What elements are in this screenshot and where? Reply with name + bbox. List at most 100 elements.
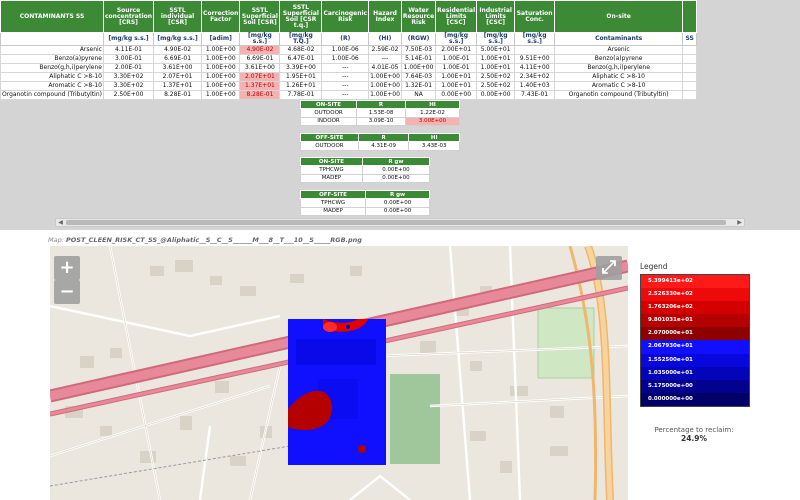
- table-cell: Aromatic C >8-10: [554, 81, 684, 91]
- summary-row: OUTDOOR 1.53E-08 1.22E-02: [299, 108, 460, 118]
- table-cell-overflow: [682, 72, 698, 82]
- reclaim-label: Percentage to reclaim:: [654, 426, 734, 434]
- table-cell: ---: [321, 63, 370, 73]
- scroll-left-icon[interactable]: ◀: [56, 219, 65, 226]
- table-cell: 4.90E-02: [239, 45, 281, 55]
- onsite-rgw-header: ON-SITE R gw: [300, 157, 431, 166]
- legend-entry: 2.067930e+01: [641, 340, 749, 354]
- unit-cell: [mg/kg s.s.]: [102, 32, 155, 46]
- table-cell: Benzo(a)pyrene: [554, 54, 684, 64]
- table-cell: 1.00E+00: [201, 63, 241, 73]
- table-cell: 2.50E+00: [102, 90, 155, 100]
- column-header: Hazard Index: [368, 0, 402, 33]
- map-caption: Map: POST_CLEEN_RISK_CT_SS_@Aliphatic__S…: [48, 236, 362, 244]
- table-cell: 1.00E-01: [435, 54, 478, 64]
- legend-entry: 1.552500e+01: [641, 353, 749, 367]
- table-cell: 0.00E+00: [435, 90, 478, 100]
- summary-header: OFF-SITE: [299, 190, 367, 199]
- table-cell: [514, 45, 556, 55]
- table-cell-overflow: [682, 90, 698, 100]
- table-cell: 2.34E+02: [514, 72, 556, 82]
- table-cell: 3.30E+02: [102, 72, 155, 82]
- legend-entry: 5.399413e+02: [641, 275, 749, 289]
- summary-cell: 1.53E-08: [356, 108, 407, 118]
- table-cell: 1.00E+00: [368, 81, 402, 91]
- unit-cell: SS: [682, 32, 698, 46]
- scrollbar-thumb[interactable]: [66, 220, 726, 225]
- onsite-summary-header: ON-SITE R HI: [299, 100, 460, 109]
- table-row: Aromatic C >8-10 3.30E+02 1.37E+01 1.00E+00…: [0, 81, 698, 91]
- legend-entry: 0.000000e+00: [641, 392, 749, 406]
- unit-cell: (RGW): [400, 32, 437, 46]
- table-cell: 2.50E+02: [476, 72, 516, 82]
- table-cell: Aromatic C >8-10: [0, 81, 104, 91]
- table-cell: 3.00E-01: [102, 54, 155, 64]
- table-cell: 1.00E+00: [201, 45, 241, 55]
- table-cell: 1.00E+01: [476, 54, 516, 64]
- table-units-row: [mg/kg s.s.] [mg/kg s.s.] [adim] [mg/kg s.s…: [0, 32, 698, 46]
- unit-cell: [mg/kg s.s.]: [514, 32, 556, 46]
- table-cell: 5.14E-01: [400, 54, 437, 64]
- table-cell: ---: [368, 54, 402, 64]
- summary-cell: TPHCWG: [300, 165, 363, 175]
- table-cell: 3.30E+02: [102, 81, 155, 91]
- summary-row: MADEP 0.00E+00: [299, 206, 430, 216]
- horizontal-scrollbar[interactable]: ◀ ▶: [55, 218, 745, 227]
- legend-entry: 1.763206e+02: [641, 301, 749, 315]
- column-header: Industrial Limits [CSC]: [476, 0, 516, 33]
- table-cell: Organotin compound (Tributyltin): [554, 90, 684, 100]
- table-row: Benzo(g,h,i)perylene 2.00E-01 3.61E+00 1.00…: [0, 63, 698, 73]
- table-cell: 1.00E+01: [435, 72, 478, 82]
- unit-cell: [adim]: [201, 32, 241, 46]
- unit-cell: [mg/kg s.s.]: [476, 32, 516, 46]
- table-cell: 0.00E+00: [476, 90, 516, 100]
- table-cell: 2.00E-01: [102, 63, 155, 73]
- table-cell: ---: [321, 72, 370, 82]
- table-cell: Benzo(a)pyrene: [0, 54, 104, 64]
- reclaim-summary: Percentage to reclaim: 24.9%: [632, 426, 756, 443]
- unit-cell: [mg/kg s.s.]: [435, 32, 478, 46]
- risk-results-page: CONTAMINANTS SS Source concentration [CRS…: [0, 0, 800, 500]
- summary-row: OUTDOOR 4.31E-09 3.43E-03: [300, 141, 460, 151]
- summary-cell: 0.00E+00: [365, 198, 430, 208]
- unit-cell: (HI): [368, 32, 402, 46]
- column-header: SSTL Superficial Soil [CSR t.q.]: [279, 0, 323, 33]
- table-cell: 7.78E-01: [279, 90, 323, 100]
- zoom-in-button[interactable]: +: [54, 256, 80, 280]
- offsite-summary-header: OFF-SITE R HI: [300, 133, 460, 142]
- table-cell: Benzo(g,h,i)perylene: [0, 63, 104, 73]
- fullscreen-button[interactable]: ⤢: [596, 256, 622, 280]
- table-cell: ---: [321, 90, 370, 100]
- table-cell: 8.28E-01: [153, 90, 203, 100]
- summary-cell: MADEP: [299, 206, 367, 216]
- summary-row: MADEP 0.00E+00: [300, 173, 431, 183]
- onsite-summary-table: ON-SITE R HI OUTDOOR 1.53E-08 1.22E-02 INDOOR…: [299, 100, 460, 126]
- table-cell: 4.11E-01: [102, 45, 155, 55]
- table-cell: 4.68E-02: [279, 45, 323, 55]
- reclaim-percentage: 24.9%: [680, 434, 708, 443]
- table-cell: 4.01E-05: [368, 63, 402, 73]
- offsite-rgw-table: OFF-SITE R gw TPHCWG 0.00E+00 MADEP 0.00E+00: [299, 190, 430, 216]
- table-cell: 1.00E-01: [435, 63, 478, 73]
- map-view[interactable]: + − ⤢: [50, 246, 628, 500]
- table-cell: 1.00E+00: [368, 72, 402, 82]
- unit-cell: (R): [321, 32, 370, 46]
- unit-cell: [0, 32, 104, 46]
- table-cell: 7.43E-01: [514, 90, 556, 100]
- unit-cell: Contaminants: [554, 32, 684, 46]
- zoom-out-button[interactable]: −: [54, 280, 80, 304]
- legend-entry: 5.175000e+00: [641, 379, 749, 393]
- scroll-right-icon[interactable]: ▶: [735, 219, 744, 226]
- table-cell-overflow: [682, 54, 698, 64]
- table-cell: Organotin compound (Tributyltin): [0, 90, 104, 100]
- map-filename: POST_CLEEN_RISK_CT_SS_@Aliphatic__S__C__…: [66, 236, 362, 244]
- table-cell: 1.32E-01: [400, 81, 437, 91]
- summary-header: HI: [408, 133, 460, 142]
- table-cell: 7.64E-03: [400, 72, 437, 82]
- table-cell: 6.69E-01: [239, 54, 281, 64]
- table-cell-overflow: [682, 81, 698, 91]
- summary-cell: 0.00E+00: [361, 165, 431, 175]
- column-header: Source concentration [CRS]: [102, 0, 155, 33]
- table-cell: 7.50E-03: [400, 45, 437, 55]
- summary-row: TPHCWG 0.00E+00: [300, 165, 431, 175]
